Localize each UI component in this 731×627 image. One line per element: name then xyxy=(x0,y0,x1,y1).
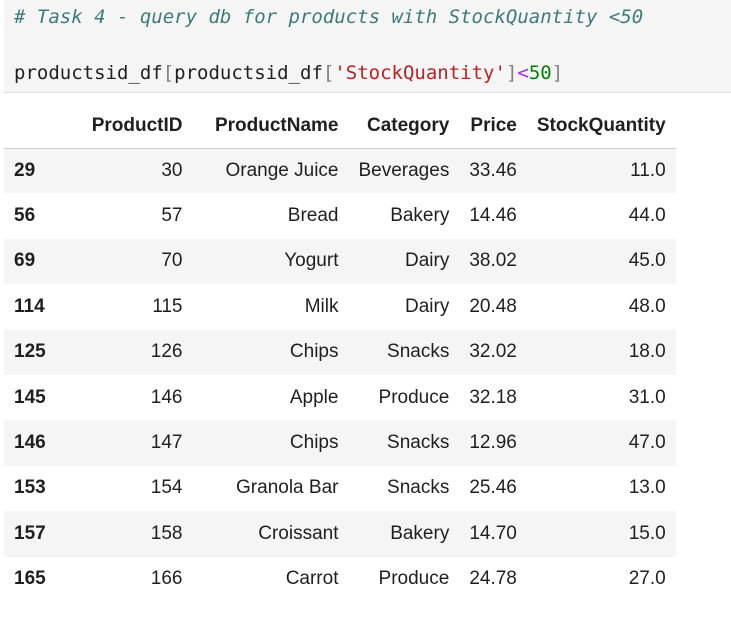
cell-productid: 147 xyxy=(150,432,183,454)
row-index: 69 xyxy=(14,250,36,272)
cell-productid: 166 xyxy=(150,568,183,590)
cell-price: 12.96 xyxy=(469,432,517,454)
cell-stockquantity: 15.0 xyxy=(628,522,666,544)
column-header-productid: ProductID xyxy=(81,104,193,149)
table-body: 29 30 Orange Juice Beverages 33.46 11.0 56 57 Br… xyxy=(4,148,676,602)
column-header-category: Category xyxy=(348,104,460,149)
cell-category: Dairy xyxy=(404,295,450,317)
row-index: 153 xyxy=(14,477,46,499)
cell-productname: Orange Juice xyxy=(225,159,339,181)
cell-stockquantity: 18.0 xyxy=(628,341,666,363)
table-row: 153 154 Granola Bar Snacks 25.46 13.0 xyxy=(4,465,676,512)
cell-stockquantity: 11.0 xyxy=(630,159,666,181)
cell-productname: Bread xyxy=(287,205,339,227)
cell-price: 14.46 xyxy=(469,205,517,227)
table-row: 165 166 Carrot Produce 24.78 27.0 xyxy=(4,556,676,602)
table-row: 146 147 Chips Snacks 12.96 47.0 xyxy=(4,420,676,466)
cell-price: 14.70 xyxy=(469,522,517,544)
cell-category: Snacks xyxy=(387,341,450,363)
table-row: 56 57 Bread Bakery 14.46 44.0 xyxy=(4,193,676,239)
cell-price: 32.02 xyxy=(469,341,517,363)
cell-stockquantity: 47.0 xyxy=(628,432,666,454)
header-row: ProductID ProductName Category Price Sto… xyxy=(4,104,676,149)
cell-stockquantity: 45.0 xyxy=(628,250,666,272)
code-cell-input[interactable]: # Task 4 - query db for products with St… xyxy=(4,0,731,93)
code-token-operator: < xyxy=(517,62,529,84)
code-token-bracket: ] xyxy=(551,62,564,84)
cell-category: Bakery xyxy=(390,522,450,544)
code-comment: # Task 4 - query db for products with St… xyxy=(14,6,644,28)
cell-productname: Apple xyxy=(289,386,339,408)
table-row: 114 115 Milk Dairy 20.48 48.0 xyxy=(4,284,676,330)
cell-productid: 57 xyxy=(161,205,183,227)
row-index: 29 xyxy=(14,159,36,181)
code-token-bracket: ] xyxy=(505,62,518,84)
cell-stockquantity: 31.0 xyxy=(628,386,666,408)
cell-productname: Yogurt xyxy=(284,250,339,272)
table-row: 145 146 Apple Produce 32.18 31.0 xyxy=(4,374,676,421)
cell-productid: 115 xyxy=(152,295,183,317)
cell-productid: 126 xyxy=(150,341,183,363)
column-header-productname: ProductName xyxy=(192,104,349,149)
column-header-stockquantity: StockQuantity xyxy=(526,104,676,149)
cell-productname: Chips xyxy=(289,432,339,454)
table-header: ProductID ProductName Category Price Sto… xyxy=(4,104,676,149)
cell-price: 25.46 xyxy=(469,477,517,499)
row-index: 114 xyxy=(14,295,45,317)
cell-productname: Carrot xyxy=(285,568,339,590)
table-row: 69 70 Yogurt Dairy 38.02 45.0 xyxy=(4,238,676,285)
code-token-number: 50 xyxy=(528,62,552,84)
row-index: 125 xyxy=(14,341,46,363)
index-header xyxy=(4,104,82,149)
cell-stockquantity: 44.0 xyxy=(628,205,666,227)
cell-stockquantity: 48.0 xyxy=(628,295,666,317)
cell-productid: 154 xyxy=(150,477,183,499)
cell-price: 38.02 xyxy=(469,250,517,272)
cell-price: 24.78 xyxy=(469,568,517,590)
cell-productid: 70 xyxy=(161,250,183,272)
cell-productid: 158 xyxy=(150,522,183,544)
cell-category: Produce xyxy=(378,386,450,408)
cell-productname: Chips xyxy=(289,341,339,363)
row-index: 165 xyxy=(14,568,46,590)
row-index: 56 xyxy=(14,205,36,227)
code-token-variable: productsid_df xyxy=(14,62,163,84)
column-header-price: Price xyxy=(459,104,527,149)
cell-productname: Milk xyxy=(304,295,339,317)
row-index: 146 xyxy=(14,432,46,454)
table-row: 125 126 Chips Snacks 32.02 18.0 xyxy=(4,329,676,375)
code-expression: productsid_df[productsid_df['StockQuanti… xyxy=(14,61,563,85)
cell-price: 20.48 xyxy=(469,295,517,317)
cell-price: 32.18 xyxy=(469,386,517,408)
cell-productid: 146 xyxy=(150,386,183,408)
cell-stockquantity: 13.0 xyxy=(628,477,666,499)
cell-productname: Croissant xyxy=(258,522,339,544)
cell-stockquantity: 27.0 xyxy=(628,568,666,590)
cell-category: Snacks xyxy=(387,477,450,499)
code-token-bracket: [ xyxy=(162,62,175,84)
table-row: 29 30 Orange Juice Beverages 33.46 11.0 xyxy=(4,148,676,194)
table-row: 157 158 Croissant Bakery 14.70 15.0 xyxy=(4,511,676,557)
row-index: 145 xyxy=(14,386,46,408)
cell-productname: Granola Bar xyxy=(236,477,339,499)
dataframe-output-table: ProductID ProductName Category Price Sto… xyxy=(4,104,676,602)
code-token-bracket: [ xyxy=(322,62,335,84)
row-index: 157 xyxy=(14,522,46,544)
cell-category: Snacks xyxy=(387,432,450,454)
cell-category: Beverages xyxy=(358,159,450,181)
cell-productid: 30 xyxy=(161,159,183,181)
cell-category: Dairy xyxy=(404,250,450,272)
cell-category: Bakery xyxy=(390,205,450,227)
cell-category: Produce xyxy=(378,568,450,590)
code-token-variable: productsid_df xyxy=(174,62,323,84)
cell-price: 33.46 xyxy=(469,159,517,181)
code-token-string: 'StockQuantity' xyxy=(334,62,506,84)
